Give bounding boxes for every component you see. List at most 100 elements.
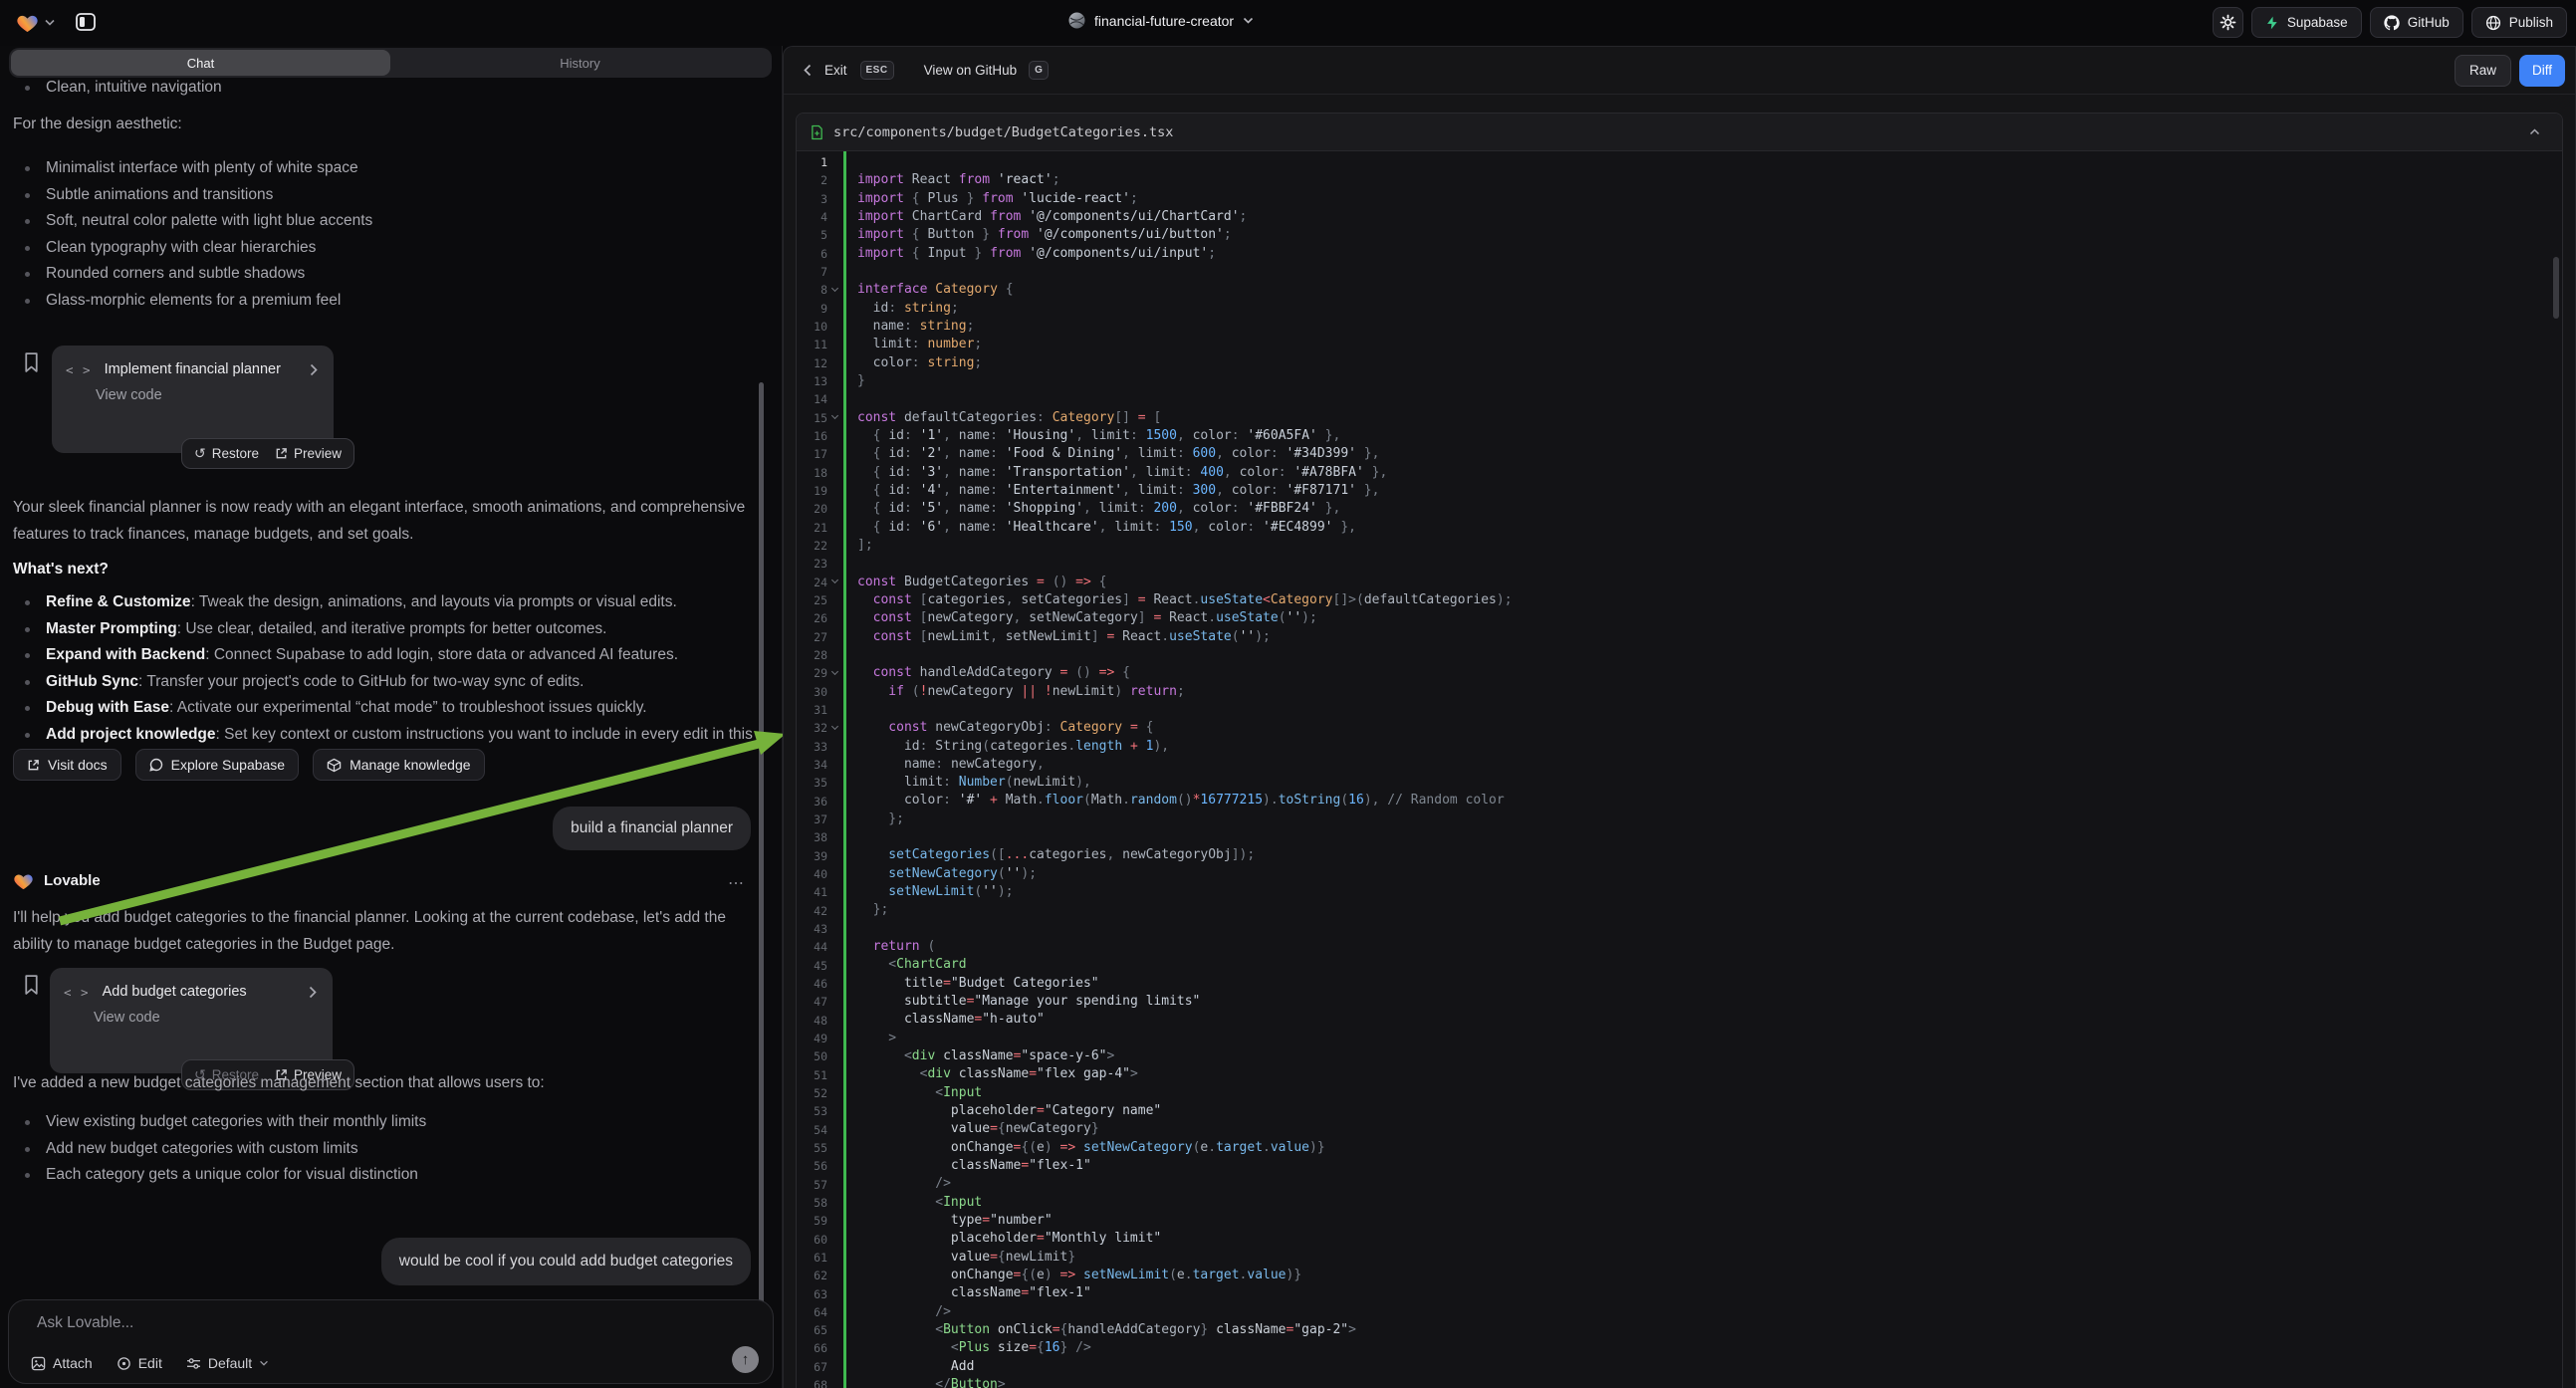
attach-button[interactable]: Attach: [31, 1355, 93, 1371]
project-name: financial-future-creator: [1094, 13, 1234, 29]
tab-chat-label: Chat: [187, 56, 214, 71]
chat-input-box[interactable]: Ask Lovable... Attach Edit: [8, 1299, 774, 1384]
diff-toggle-button[interactable]: Diff: [2519, 55, 2565, 87]
visit-docs-label: Visit docs: [48, 757, 108, 773]
message-menu-button[interactable]: ⋯: [728, 873, 745, 893]
user-message-bubble: build a financial planner: [553, 807, 751, 850]
user-message-text: would be cool if you could add budget ca…: [399, 1253, 733, 1271]
added-bullet-list: View existing budget categories with the…: [13, 1109, 750, 1189]
card-title-row[interactable]: < > Add budget categories: [50, 968, 333, 1000]
explore-supabase-button[interactable]: Explore Supabase: [135, 749, 299, 781]
list-item: Glass-morphic elements for a premium fee…: [13, 288, 750, 315]
chevron-right-icon: [309, 986, 317, 999]
chat-panel: Chat History Clean, intuitive navigation…: [0, 46, 783, 1388]
file-added-icon: [811, 124, 823, 140]
supabase-icon: [2265, 15, 2279, 31]
manage-knowledge-button[interactable]: Manage knowledge: [313, 749, 484, 781]
user-message-bubble: would be cool if you could add budget ca…: [381, 1238, 751, 1285]
list-item: Minimalist interface with plenty of whit…: [13, 155, 750, 182]
app-window: financial-future-creator Supabase: [0, 0, 2576, 1388]
chat-bubble-icon: [149, 758, 163, 772]
list-item: Master Prompting: Use clear, detailed, a…: [13, 616, 758, 643]
chat-input-placeholder: Ask Lovable...: [37, 1314, 133, 1332]
whats-next-list: Refine & Customize: Tweak the design, an…: [13, 589, 758, 775]
code-icon: < >: [66, 362, 92, 377]
list-item: Soft, neutral color palette with light b…: [13, 208, 750, 235]
attach-label: Attach: [53, 1355, 93, 1371]
list-item: Rounded corners and subtle shadows: [13, 261, 750, 288]
github-label: GitHub: [2408, 15, 2450, 30]
preview-button[interactable]: Preview: [275, 446, 342, 461]
list-item: Debug with Ease: Activate our experiment…: [13, 695, 758, 722]
code-change-card: < > Add budget categories View code: [50, 968, 333, 1073]
code-icon: < >: [64, 985, 90, 1000]
preview-label: Preview: [294, 446, 342, 461]
arrow-up-icon: ↑: [742, 1351, 750, 1368]
list-item: GitHub Sync: Transfer your project's cod…: [13, 669, 758, 696]
chevron-left-icon[interactable]: [804, 64, 812, 77]
chevron-down-icon: [1243, 17, 1254, 24]
restore-button[interactable]: ↺ Restore: [194, 445, 259, 462]
code-scrollbar-thumb[interactable]: [2553, 257, 2559, 319]
code-gutter: 1234567891011121314151617181920212223242…: [797, 153, 842, 1388]
exit-button[interactable]: Exit: [824, 63, 847, 78]
image-icon: [31, 1356, 46, 1371]
settings-button[interactable]: [2213, 7, 2243, 38]
chat-scrollbar-thumb[interactable]: [759, 382, 764, 1340]
code-lines: import React from 'react';import { Plus …: [857, 153, 2562, 1388]
assistant-name: Lovable: [44, 872, 101, 889]
g-key-hint: G: [1029, 61, 1049, 80]
publish-button[interactable]: Publish: [2471, 7, 2567, 38]
manage-knowledge-label: Manage knowledge: [350, 757, 470, 773]
visit-docs-button[interactable]: Visit docs: [13, 749, 121, 781]
bookmark-icon[interactable]: [22, 974, 41, 996]
bookmark-icon[interactable]: [22, 351, 41, 373]
tab-history[interactable]: History: [390, 50, 770, 76]
restore-label: Restore: [212, 446, 259, 461]
card-title: Add budget categories: [103, 984, 296, 1000]
quick-actions: Visit docs Explore Supabase Manage knowl…: [13, 749, 485, 781]
raw-toggle-button[interactable]: Raw: [2455, 55, 2511, 87]
ready-paragraph: Your sleek financial planner is now read…: [13, 494, 755, 548]
code-panel-header: Exit ESC View on GitHub G Raw Diff: [784, 47, 2575, 95]
design-bullet-list: Minimalist interface with plenty of whit…: [13, 155, 750, 315]
project-selector[interactable]: financial-future-creator: [1068, 12, 1254, 29]
added-paragraph: I've added a new budget categories manag…: [13, 1069, 758, 1096]
view-on-github-link[interactable]: View on GitHub: [924, 63, 1018, 78]
list-item: View existing budget categories with the…: [13, 1109, 750, 1136]
restore-icon: ↺: [194, 445, 206, 462]
whats-next-heading: What's next?: [13, 556, 109, 582]
chat-history-tabs: Chat History: [9, 48, 772, 78]
gear-icon: [2220, 14, 2236, 31]
view-code-link[interactable]: View code: [50, 1000, 333, 1026]
tab-chat[interactable]: Chat: [11, 50, 390, 76]
file-path: src/components/budget/BudgetCategories.t…: [833, 124, 1173, 140]
chevron-down-icon[interactable]: [45, 19, 55, 26]
code-change-card: < > Implement financial planner View cod…: [52, 346, 334, 453]
send-button[interactable]: ↑: [732, 1346, 759, 1373]
edit-label: Edit: [138, 1355, 162, 1371]
code-viewer-panel: Exit ESC View on GitHub G Raw Diff src/c…: [783, 46, 2576, 1388]
chevron-up-icon[interactable]: [2529, 128, 2540, 135]
model-selector[interactable]: Default: [186, 1355, 269, 1371]
list-item: Add new budget categories with custom li…: [13, 1136, 750, 1163]
package-icon: [327, 758, 342, 773]
clipped-bullet-list: Clean, intuitive navigation: [13, 75, 750, 102]
supabase-button[interactable]: Supabase: [2251, 7, 2362, 38]
card-title-row[interactable]: < > Implement financial planner: [52, 346, 334, 377]
list-item: Clean, intuitive navigation: [13, 75, 750, 102]
sliders-icon: [186, 1357, 201, 1370]
top-bar: financial-future-creator Supabase: [0, 0, 2576, 46]
github-button[interactable]: GitHub: [2370, 7, 2463, 38]
design-aesthetic-heading: For the design aesthetic:: [13, 111, 750, 137]
target-icon: [117, 1356, 131, 1371]
diff-added-bar: [843, 151, 846, 1388]
lovable-logo-heart-icon[interactable]: [16, 12, 39, 33]
restore-preview-pill: ↺ Restore Preview: [181, 438, 354, 469]
file-header[interactable]: src/components/budget/BudgetCategories.t…: [797, 114, 2562, 151]
sidebar-toggle-icon[interactable]: [75, 11, 97, 33]
edit-mode-button[interactable]: Edit: [117, 1355, 162, 1371]
chevron-down-icon: [259, 1360, 269, 1366]
list-item: Expand with Backend: Connect Supabase to…: [13, 642, 758, 669]
view-code-link[interactable]: View code: [52, 377, 334, 403]
